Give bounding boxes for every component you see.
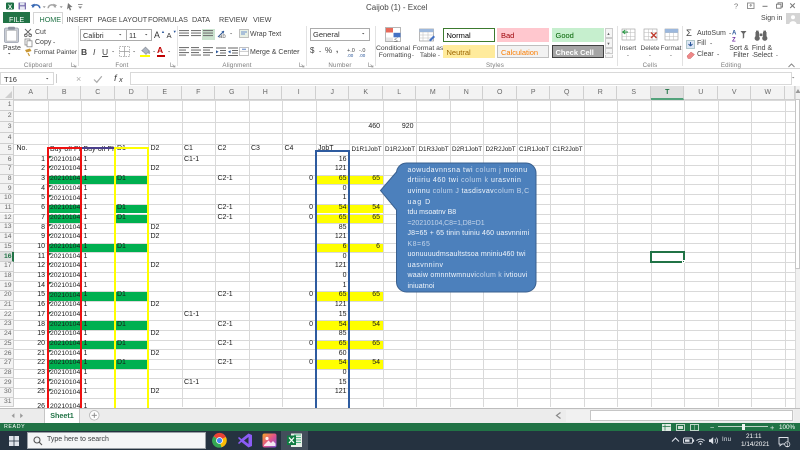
svg-text:Z: Z <box>732 37 736 43</box>
svg-text:≤: ≤ <box>394 36 398 44</box>
svg-text:.00: .00 <box>359 53 366 58</box>
svg-text:?: ? <box>734 2 738 11</box>
svg-text:ab: ab <box>219 34 226 40</box>
svg-text:A: A <box>732 30 737 36</box>
svg-text:.00: .00 <box>347 53 354 58</box>
svg-text:1: 1 <box>786 442 789 448</box>
svg-text:X: X <box>8 4 13 11</box>
